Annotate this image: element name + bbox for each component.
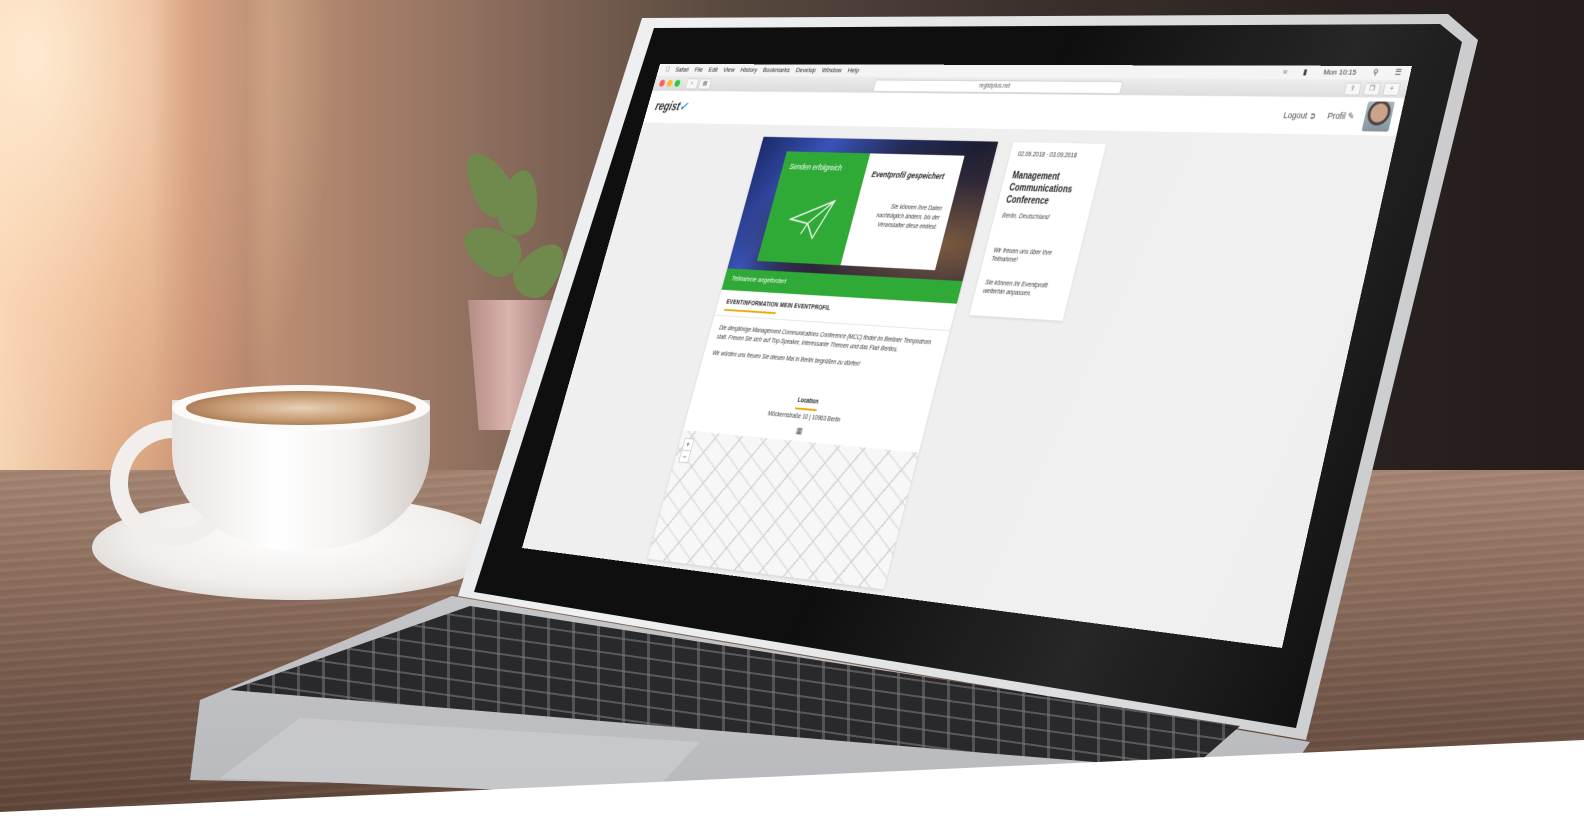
share-button[interactable]: ⇧ xyxy=(1343,82,1362,96)
edit-icon: ✎ xyxy=(1346,111,1356,122)
event-dates: 02.09.2018 · 03.09.2018 xyxy=(1016,151,1078,160)
menu-item[interactable]: History xyxy=(739,64,759,76)
tabs-button[interactable]: ❐ xyxy=(1362,82,1382,96)
menu-item[interactable]: Develop xyxy=(794,64,817,76)
battery-icon[interactable]: ▮ xyxy=(1302,66,1309,80)
sidebar-button[interactable]: ▤ xyxy=(697,78,713,90)
paper-plane-icon xyxy=(784,198,837,241)
logout-icon: ➲ xyxy=(1308,110,1318,121)
info-text: Sie können Ihre Daten nachträglich änder… xyxy=(875,204,943,231)
minimize-window-button[interactable] xyxy=(666,79,674,87)
menu-item[interactable]: File xyxy=(693,64,705,76)
menu-item[interactable]: Bookmarks xyxy=(761,64,791,76)
menubar-status: ≈ ▮ Mon 10:15 ⚲ ☰ xyxy=(1274,66,1403,80)
url-bar[interactable]: registplus.net xyxy=(872,79,1124,95)
wifi-icon[interactable]: ≈ xyxy=(1282,66,1289,80)
avatar[interactable] xyxy=(1361,101,1395,132)
event-city: Berlin, Deutschland xyxy=(1001,212,1050,222)
new-tab-button[interactable]: + xyxy=(1382,82,1402,96)
event-card: Senden erfolgreich Eventprofil gespeiche… xyxy=(647,136,999,590)
location-underline xyxy=(794,407,817,412)
app-logo[interactable]: regist✓ xyxy=(654,99,690,114)
menu-item[interactable]: Help xyxy=(846,65,861,77)
event-hero-image: Senden erfolgreich Eventprofil gespeiche… xyxy=(727,136,999,282)
menu-item[interactable]: Edit xyxy=(707,64,719,76)
zoom-window-button[interactable] xyxy=(673,79,681,87)
coffee xyxy=(186,391,416,425)
clock[interactable]: Mon 10:15 xyxy=(1322,66,1358,80)
menu-item[interactable]: Safari xyxy=(674,64,691,76)
status-banner-text: Teilnahme angefordert xyxy=(730,274,788,286)
apple-icon[interactable]:  xyxy=(664,64,671,76)
event-message: Wir freuen uns über Ihre Teilnahme! xyxy=(990,247,1053,264)
event-message: Sie können Ihr Eventprofil weiterhin anp… xyxy=(982,279,1049,298)
search-icon[interactable]: ⚲ xyxy=(1371,66,1379,80)
event-description: Die diesjährige Management Communication… xyxy=(709,324,939,383)
zoom-in-button[interactable]: + xyxy=(682,439,693,451)
profile-link[interactable]: Profil ✎ xyxy=(1326,111,1355,122)
success-title: Senden erfolgreich xyxy=(788,162,844,173)
location-map[interactable]: + − xyxy=(647,430,919,590)
menu-item[interactable]: View xyxy=(722,64,737,76)
info-title: Eventprofil gespeichert xyxy=(870,169,946,181)
tab-eventinformation[interactable]: EVENTINFORMATION xyxy=(724,299,779,315)
map-zoom-control: + − xyxy=(678,437,695,464)
menu-item[interactable]: Window xyxy=(820,64,843,76)
map-icon[interactable]: ▦ xyxy=(794,426,805,436)
tab-mein-eventprofil[interactable]: MEIN EVENTPROFIL xyxy=(779,302,831,312)
event-title: Management Communications Conference xyxy=(1004,170,1074,207)
zoom-out-button[interactable]: − xyxy=(679,449,691,463)
logout-link[interactable]: Logout ➲ xyxy=(1282,110,1317,121)
menu-list-icon[interactable]: ☰ xyxy=(1393,66,1403,80)
laptop-screen:  Safari File Edit View History Bookmark… xyxy=(521,64,1412,648)
close-window-button[interactable] xyxy=(658,79,666,87)
